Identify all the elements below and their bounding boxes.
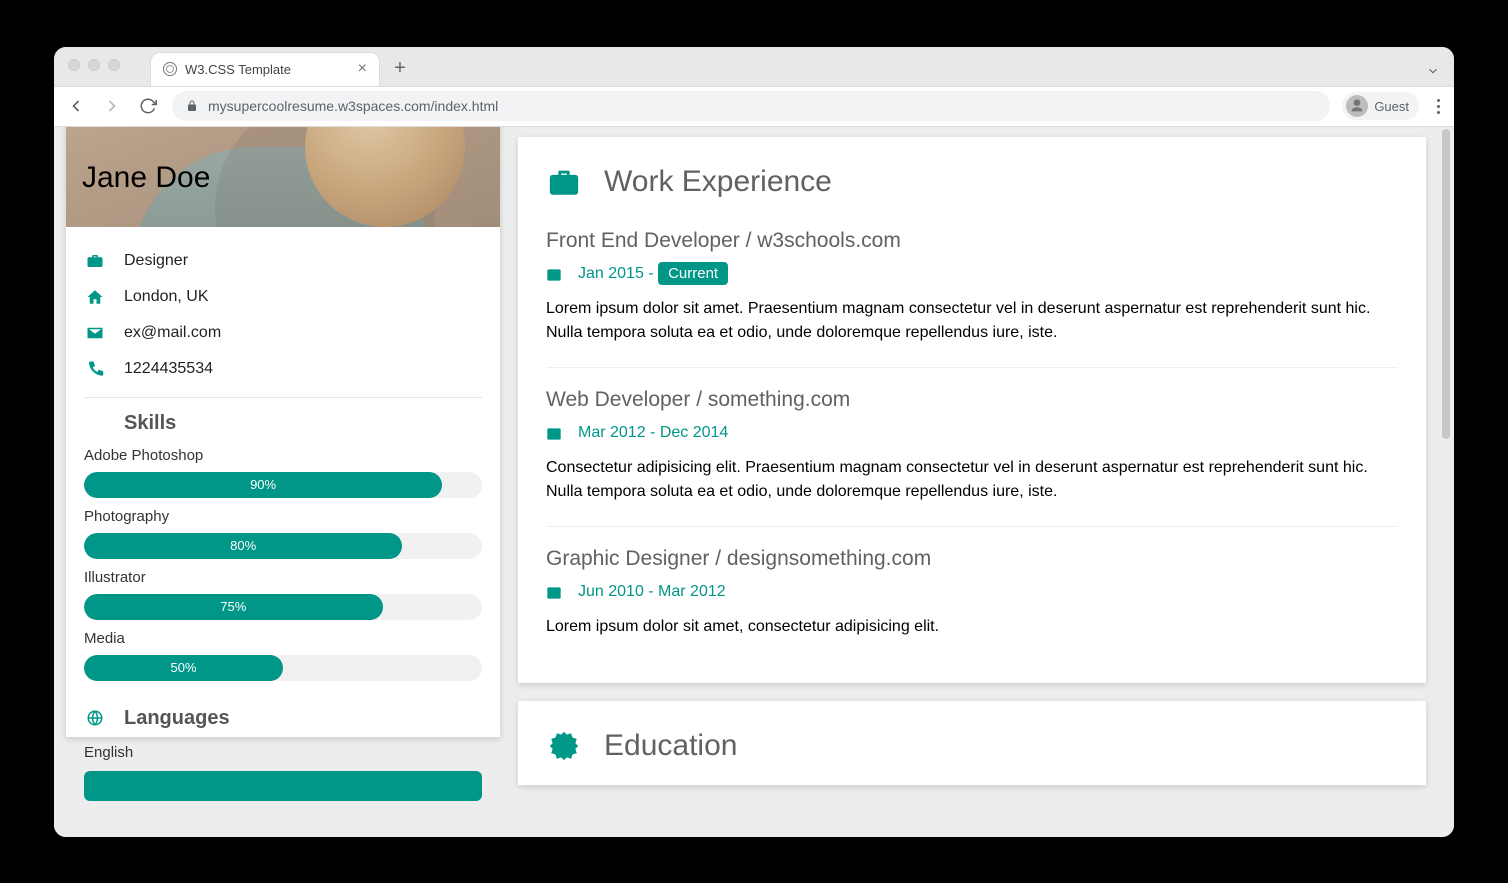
skill-label: Adobe Photoshop [84,447,482,464]
url-text: mysupercoolresume.w3spaces.com/index.htm… [208,98,498,114]
lock-icon [186,100,198,112]
forward-button[interactable] [100,94,124,118]
tabs-dropdown-icon[interactable] [1426,64,1440,78]
back-button[interactable] [64,94,88,118]
location-text: London, UK [124,288,209,306]
job-date-text: Jun 2010 - Mar 2012 [578,583,726,600]
tab-bar: W3.CSS Template × + [54,47,1454,87]
calendar-icon [546,584,562,600]
job-description: Consectetur adipisicing elit. Praesentiu… [546,456,1398,504]
window-min-dot[interactable] [88,59,100,71]
skill-bar: 75% [84,594,482,620]
divider [84,397,482,398]
info-role: Designer [84,243,482,279]
job-title: Graphic Designer / designsomething.com [546,547,1398,571]
role-text: Designer [124,252,188,270]
job-date-text: Jan 2015 - [578,265,658,282]
window-controls [68,59,120,71]
job-description: Lorem ipsum dolor sit amet, consectetur … [546,615,1398,639]
profile-label: Guest [1374,99,1409,114]
menu-button[interactable] [1437,99,1440,114]
skill-bar-fill: 90% [84,472,442,498]
envelope-icon [84,324,106,342]
job-date: Jan 2015 - Current [546,265,1398,283]
browser-window: W3.CSS Template × + mysupercoolresume.w3… [54,47,1454,837]
briefcase-icon [84,252,106,270]
info-phone: 1224435534 [84,351,482,387]
browser-toolbar: mysupercoolresume.w3spaces.com/index.htm… [54,87,1454,127]
job-item: Front End Developer / w3schools.com Jan 2… [546,225,1398,367]
profile-sidebar-card: Jane Doe Designer [66,127,500,737]
scrollbar-thumb[interactable] [1442,129,1450,439]
job-date: Jun 2010 - Mar 2012 [546,583,1398,601]
job-title: Web Developer / something.com [546,388,1398,412]
language-label: English [84,744,482,761]
skill-bar: 50% [84,655,482,681]
education-heading: Education [546,729,1398,763]
address-bar[interactable]: mysupercoolresume.w3spaces.com/index.htm… [172,91,1330,121]
profile-chip[interactable]: Guest [1342,92,1419,120]
email-text: ex@mail.com [124,324,221,342]
language-bar [84,771,482,801]
info-email: ex@mail.com [84,315,482,351]
work-experience-card: Work Experience Front End Developer / w3… [518,137,1426,683]
skill-bar-fill: 50% [84,655,283,681]
browser-tab-active[interactable]: W3.CSS Template × [150,52,380,86]
job-description: Lorem ipsum dolor sit amet. Praesentium … [546,297,1398,345]
phone-text: 1224435534 [124,360,213,378]
job-item: Web Developer / something.com Mar 2012 - … [546,367,1398,526]
tab-title: W3.CSS Template [185,62,350,77]
calendar-icon [546,266,562,282]
work-heading: Work Experience [546,165,1398,199]
window-max-dot[interactable] [108,59,120,71]
profile-name: Jane Doe [82,161,210,195]
asterisk-icon [84,414,106,432]
skill-bar: 90% [84,472,482,498]
education-card: Education [518,701,1426,785]
window-close-dot[interactable] [68,59,80,71]
skills-heading: Skills [84,412,482,435]
job-item: Graphic Designer / designsomething.com Ju… [546,526,1398,661]
skill-bar: 80% [84,533,482,559]
suitcase-icon [546,165,582,199]
home-icon [84,288,106,306]
globe-icon [163,62,177,76]
avatar-icon [1346,95,1368,117]
close-icon[interactable]: × [358,61,367,77]
reload-button[interactable] [136,94,160,118]
languages-heading: Languages [84,707,482,730]
current-badge: Current [658,262,728,285]
calendar-icon [546,425,562,441]
page-viewport: Jane Doe Designer [54,127,1454,837]
new-tab-button[interactable]: + [386,55,414,83]
skill-label: Illustrator [84,569,482,586]
viewport-scrollbar[interactable] [1440,129,1452,835]
job-date-text: Mar 2012 - Dec 2014 [578,424,728,441]
job-title: Front End Developer / w3schools.com [546,229,1398,253]
skill-label: Media [84,630,482,647]
certificate-icon [546,729,582,763]
info-location: London, UK [84,279,482,315]
skill-bar-fill: 75% [84,594,383,620]
skill-bar-fill: 80% [84,533,402,559]
globe-icon [84,709,106,727]
phone-icon [84,360,106,378]
profile-image: Jane Doe [66,127,500,227]
job-date: Mar 2012 - Dec 2014 [546,424,1398,442]
skill-label: Photography [84,508,482,525]
